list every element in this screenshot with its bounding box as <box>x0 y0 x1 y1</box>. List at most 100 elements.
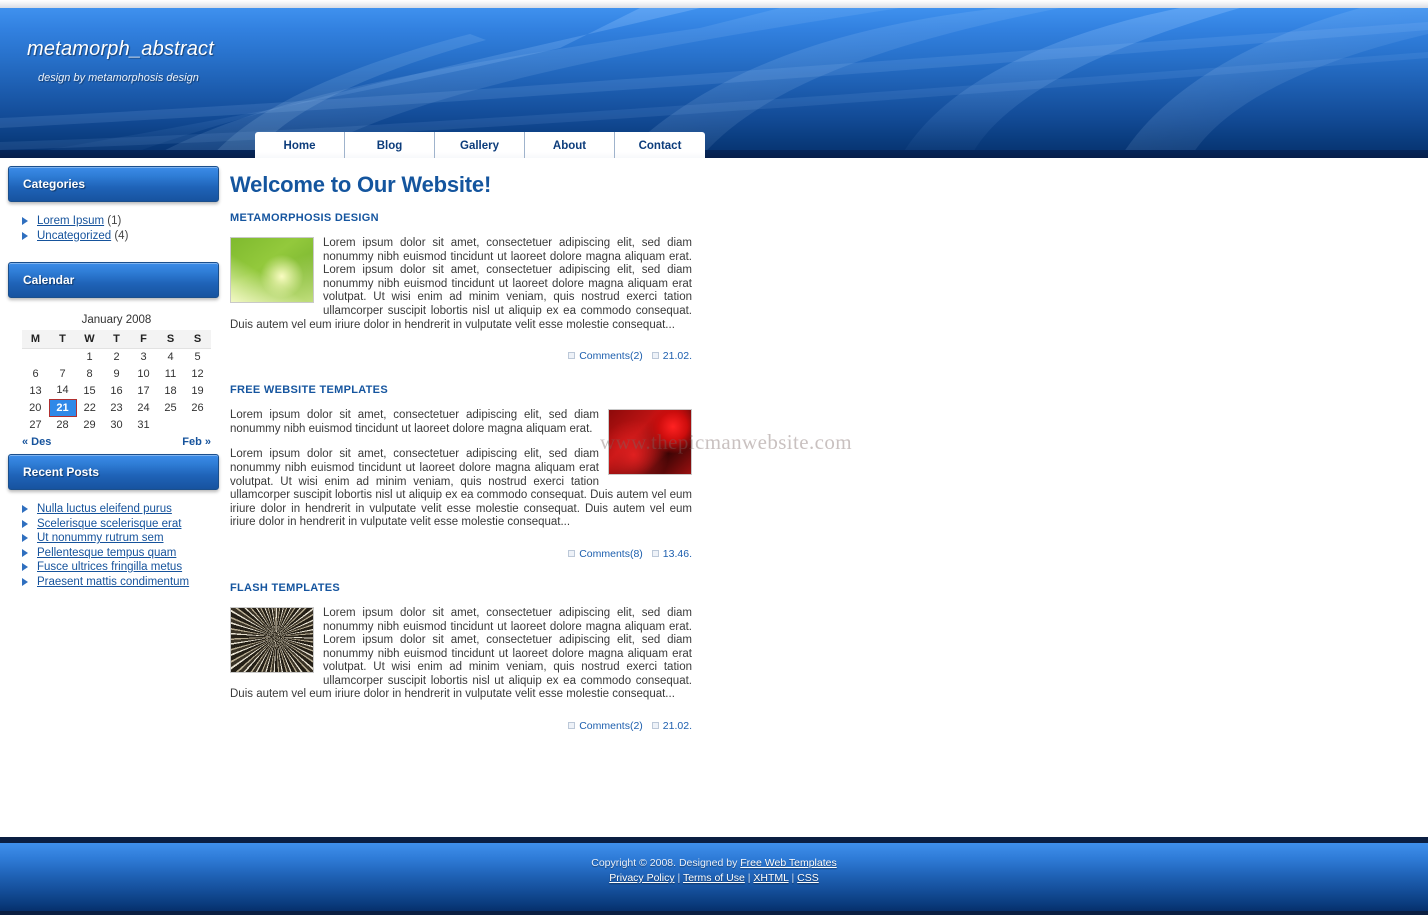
calendar-day[interactable]: 11 <box>157 365 184 382</box>
footer-link-css[interactable]: CSS <box>797 872 819 884</box>
post-comments-link[interactable]: Comments(2) <box>579 720 643 732</box>
post-comments-link[interactable]: Comments(8) <box>579 548 643 560</box>
footer-link-terms-of-use[interactable]: Terms of Use <box>683 872 745 884</box>
calendar-next-month-link[interactable]: Feb » <box>182 436 211 448</box>
post-meta: Comments(2) 21.02. <box>230 344 692 362</box>
calendar-day[interactable]: 4 <box>157 348 184 365</box>
triangle-bullet-icon <box>22 577 28 586</box>
post-comments-link[interactable]: Comments(2) <box>579 350 643 362</box>
calendar-day[interactable]: 17 <box>130 382 157 399</box>
clock-icon <box>651 352 659 360</box>
calendar-day[interactable]: 28 <box>49 416 76 433</box>
recent-post-item: Praesent mattis condimentum <box>20 575 215 590</box>
calendar-day[interactable]: 2 <box>103 348 130 365</box>
recent-posts-list: Nulla luctus eleifend purus Scelerisque s… <box>20 502 215 589</box>
post-body: Lorem ipsum dolor sit amet, consectetuer… <box>230 606 692 702</box>
calendar-day-empty <box>22 348 49 365</box>
categories-list: Lorem Ipsum (1) Uncategorized (4) <box>20 214 215 243</box>
calendar-day[interactable]: 15 <box>76 382 103 399</box>
sepia-abstract-thumbnail[interactable] <box>230 606 314 673</box>
footer-bottom-border <box>0 911 1428 915</box>
calendar-day[interactable]: 31 <box>130 416 157 433</box>
widget-calendar: Calendar January 2008 MTWTFSS 1234567891… <box>8 262 219 448</box>
post: FLASH TEMPLATES Lorem ipsum dolor sit ame… <box>230 582 692 732</box>
calendar-day[interactable]: 12 <box>184 365 211 382</box>
nav-tab-contact[interactable]: Contact <box>615 132 705 158</box>
category-link[interactable]: Lorem Ipsum <box>37 215 104 227</box>
nav-tab-home[interactable]: Home <box>255 132 345 158</box>
post-title[interactable]: FREE WEBSITE TEMPLATES <box>230 384 692 396</box>
calendar-day[interactable]: 19 <box>184 382 211 399</box>
calendar-week-row: 27 28 29 30 31 <box>22 416 211 433</box>
site-title: metamorph_abstract <box>27 38 215 60</box>
calendar-prev-month-link[interactable]: « Des <box>22 436 51 448</box>
calendar-caption: January 2008 <box>81 314 152 326</box>
triangle-bullet-icon <box>22 563 28 571</box>
calendar-weekday: F <box>130 330 157 349</box>
post-timestamp: 21.02. <box>662 720 692 733</box>
calendar-day[interactable]: 24 <box>130 399 157 416</box>
calendar-day-today[interactable]: 21 <box>48 398 77 417</box>
recent-post-link[interactable]: Fusce ultrices fringilla metus <box>37 561 182 573</box>
calendar-day[interactable]: 8 <box>76 365 103 382</box>
nav-tab-blog[interactable]: Blog <box>345 132 435 158</box>
post-title[interactable]: METAMORPHOSIS DESIGN <box>230 212 692 224</box>
calendar-week-row: 13 14 15 16 17 18 19 <box>22 382 211 399</box>
footer-link-xhtml[interactable]: XHTML <box>753 872 788 884</box>
post-timestamp: 13.46. <box>662 547 692 560</box>
site-footer: Copyright © 2008. Designed by Free Web T… <box>0 837 1428 915</box>
calendar-day[interactable]: 5 <box>184 348 211 365</box>
clock-icon <box>651 722 659 730</box>
main-content: Welcome to Our Website! METAMORPHOSIS DE… <box>226 158 716 754</box>
recent-post-link[interactable]: Nulla luctus eleifend purus <box>37 503 172 515</box>
widget-recent-posts-heading: Recent Posts <box>8 454 219 490</box>
comment-bubble-icon <box>568 549 576 557</box>
footer-designer-link[interactable]: Free Web Templates <box>740 857 837 869</box>
calendar-day[interactable]: 9 <box>103 365 130 382</box>
calendar-weekday: S <box>157 330 184 349</box>
post-body: Lorem ipsum dolor sit amet, consectetuer… <box>230 237 692 332</box>
recent-post-link[interactable]: Scelerisque scelerisque erat <box>37 518 181 530</box>
calendar-day[interactable]: 27 <box>22 416 49 433</box>
nav-tab-gallery[interactable]: Gallery <box>435 132 525 158</box>
calendar-day[interactable]: 1 <box>76 348 103 365</box>
post-list: METAMORPHOSIS DESIGN Lorem ipsum dolor si… <box>226 212 716 732</box>
post-title[interactable]: FLASH TEMPLATES <box>230 582 692 594</box>
calendar-week-row: 12345 <box>22 348 211 365</box>
calendar-day[interactable]: 16 <box>103 382 130 399</box>
widget-calendar-heading: Calendar <box>8 262 219 298</box>
calendar-day[interactable]: 3 <box>130 348 157 365</box>
calendar-day[interactable]: 14 <box>49 382 76 399</box>
calendar-day[interactable]: 29 <box>76 416 103 433</box>
footer-link-privacy-policy[interactable]: Privacy Policy <box>609 872 674 884</box>
calendar-day[interactable]: 23 <box>103 399 130 416</box>
red-abstract-thumbnail[interactable] <box>608 409 692 476</box>
category-item: Lorem Ipsum (1) <box>20 214 215 229</box>
triangle-bullet-icon <box>22 548 28 557</box>
widget-categories-heading: Categories <box>8 166 219 202</box>
calendar-day[interactable]: 18 <box>157 382 184 399</box>
recent-post-link[interactable]: Ut nonummy rutrum sem <box>37 532 164 544</box>
recent-post-link[interactable]: Pellentesque tempus quam <box>37 547 176 559</box>
recent-post-item: Scelerisque scelerisque erat <box>20 517 215 532</box>
calendar-day[interactable]: 20 <box>22 399 49 416</box>
recent-post-link[interactable]: Praesent mattis condimentum <box>37 576 189 588</box>
calendar-day[interactable]: 13 <box>22 382 49 399</box>
calendar-week-row: 6 7 8 9 10 11 12 <box>22 365 211 382</box>
calendar-day[interactable]: 30 <box>103 416 130 433</box>
calendar-day[interactable]: 7 <box>49 365 76 382</box>
calendar-day[interactable]: 6 <box>22 365 49 382</box>
triangle-bullet-icon <box>22 217 28 225</box>
calendar-day[interactable]: 25 <box>157 399 184 416</box>
calendar-day[interactable]: 26 <box>184 399 211 416</box>
footer-links: Privacy Policy | Terms of Use | XHTML | … <box>0 871 1428 886</box>
nav-tab-about[interactable]: About <box>525 132 615 158</box>
post-body: Lorem ipsum dolor sit amet, consectetuer… <box>230 409 692 530</box>
category-link[interactable]: Uncategorized <box>37 230 111 242</box>
calendar-day[interactable]: 10 <box>130 365 157 382</box>
calendar-day[interactable]: 22 <box>76 399 103 416</box>
calendar-weekday: W <box>76 330 103 349</box>
widget-categories: Categories Lorem Ipsum (1) Uncategorized … <box>8 166 219 243</box>
footer-link-separator: | <box>788 872 798 884</box>
green-abstract-thumbnail[interactable] <box>230 237 314 303</box>
